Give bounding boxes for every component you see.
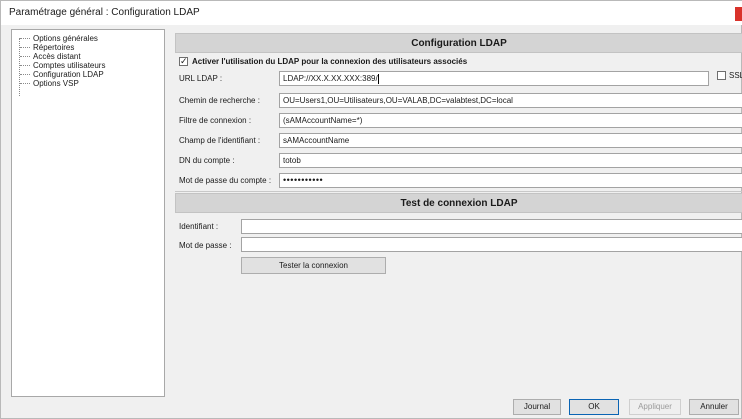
window-title: Paramétrage général : Configuration LDAP [9,7,200,18]
id-field-label: Champ de l'identifiant : [179,136,261,145]
id-field-input[interactable]: sAMAccountName [279,133,742,148]
journal-button[interactable]: Journal [513,399,561,415]
nav-item-user-accounts[interactable]: Comptes utilisateurs [20,61,105,70]
enable-ldap-row[interactable]: ✓ Activer l'utilisation du LDAP pour la c… [179,56,468,69]
ldap-url-input[interactable]: LDAP://XX.X.XX.XXX:389/ [279,71,709,86]
account-dn-label: DN du compte : [179,156,235,165]
settings-window: Paramétrage général : Configuration LDAP… [0,0,742,419]
settings-nav-tree: Options générales Répertoires Accès dist… [11,29,165,397]
test-identifier-label: Identifiant : [179,222,219,231]
enable-ldap-label: Activer l'utilisation du LDAP pour la co… [192,57,468,67]
ldap-test-header: Test de connexion LDAP [175,193,742,213]
search-path-input[interactable]: OU=Users1,OU=Utilisateurs,OU=VALAB,DC=va… [279,93,742,108]
account-password-label: Mot de passe du compte : [179,176,272,185]
ssl-option[interactable]: SSL [717,71,742,81]
nav-item-ldap-configuration[interactable]: Configuration LDAP [20,70,104,79]
test-identifier-input[interactable] [241,219,742,234]
test-connection-button[interactable]: Tester la connexion [241,257,386,274]
section-divider [175,191,742,192]
test-password-label: Mot de passe : [179,241,232,250]
account-dn-input[interactable]: totob [279,153,742,168]
close-button[interactable] [735,7,742,21]
ldap-url-label: URL LDAP : [179,74,223,83]
check-mark-icon: ✓ [180,56,188,67]
nav-item-remote-access[interactable]: Accès distant [20,52,81,61]
ok-button[interactable]: OK [569,399,619,415]
connection-filter-label: Filtre de connexion : [179,116,252,125]
ldap-url-value: LDAP://XX.X.XX.XXX:389/ [283,74,378,83]
ssl-checkbox[interactable] [717,71,726,81]
connection-filter-input[interactable]: (sAMAccountName=*) [279,113,742,128]
nav-item-vsp-options[interactable]: Options VSP [20,79,79,88]
apply-button: Appliquer [629,399,681,415]
text-cursor [377,73,379,84]
cancel-button[interactable]: Annuler [689,399,739,415]
title-bar: Paramétrage général : Configuration LDAP [1,1,742,25]
enable-ldap-checkbox[interactable]: ✓ [179,56,188,67]
search-path-label: Chemin de recherche : [179,96,260,105]
account-password-input[interactable]: ••••••••••• [279,173,742,188]
nav-item-directories[interactable]: Répertoires [20,43,74,52]
test-password-input[interactable] [241,237,742,252]
ldap-config-header: Configuration LDAP [175,33,742,53]
ssl-label: SSL [729,71,742,81]
nav-item-general-options[interactable]: Options générales [20,34,98,43]
